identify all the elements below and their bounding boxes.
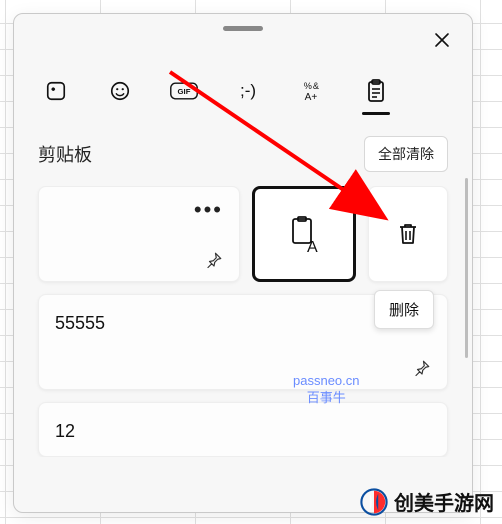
tab-gif[interactable]: GIF [166,70,202,112]
tab-sticker[interactable] [38,70,74,112]
watermark: passneo.cn 百事牛 [293,373,360,407]
delete-action[interactable] [368,186,448,282]
clipboard-item-text: 12 [55,421,75,441]
section-title: 剪贴板 [38,141,92,167]
emoji-icon [109,80,131,102]
svg-text:A+: A+ [305,92,318,102]
tab-clipboard[interactable] [358,70,394,112]
footer-brand: 创美手游网 [360,487,494,516]
pin-icon [413,359,431,377]
clipboard-icon [366,79,386,103]
svg-text:A: A [307,239,318,253]
svg-text:%: % [304,81,312,91]
watermark-line2: 百事牛 [293,390,360,407]
brand-text: 创美手游网 [394,487,494,516]
tab-symbols[interactable]: %&A+ [294,70,330,112]
delete-tooltip: 删除 [374,290,434,329]
tab-emoji[interactable] [102,70,138,112]
clipboard-item[interactable]: 12 [38,402,448,457]
sticker-icon [45,80,67,102]
tab-kaomoji[interactable]: ;-) [230,70,266,112]
pin-button[interactable] [411,357,433,379]
paste-text-icon: A [287,215,321,253]
section-header: 剪贴板 全部清除 [14,112,472,186]
item-row-with-actions: ••• A [38,186,448,282]
symbols-icon: %&A+ [301,80,323,102]
input-panel: GIF ;-) %&A+ 剪贴板 全部清除 ••• [13,13,473,513]
svg-text:GIF: GIF [178,87,191,96]
pin-button[interactable] [203,249,225,271]
watermark-line1: passneo.cn [293,373,360,390]
scrollbar[interactable] [465,178,468,358]
kaomoji-icon: ;-) [240,81,256,101]
gif-icon: GIF [170,81,198,101]
clear-all-button[interactable]: 全部清除 [364,136,448,172]
trash-icon [396,221,420,247]
clipboard-item-text: 55555 [55,313,105,333]
drag-handle[interactable] [223,26,263,31]
close-button[interactable] [430,28,454,52]
clipboard-item[interactable]: ••• [38,186,240,282]
brand-logo-icon [360,488,388,516]
svg-text:&: & [313,81,319,91]
item-more-button[interactable]: ••• [194,205,223,215]
tab-bar: GIF ;-) %&A+ [14,70,472,112]
text-format-action[interactable]: A [252,186,356,282]
pin-icon [205,251,223,269]
close-icon [434,32,450,48]
